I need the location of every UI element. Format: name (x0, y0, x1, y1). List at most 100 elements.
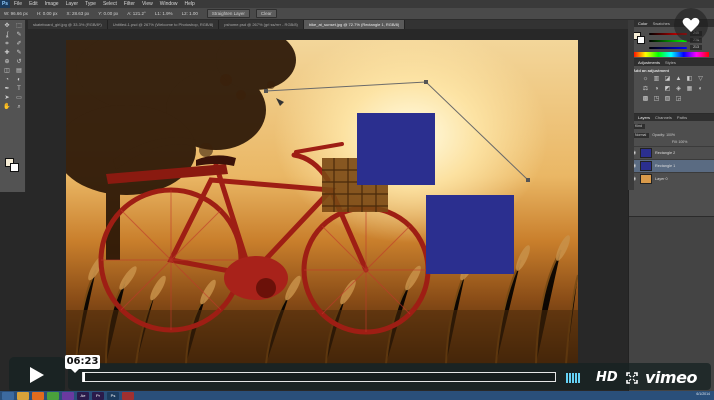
crop-tool-icon[interactable]: ⌗ (1, 40, 13, 49)
tab-swatches[interactable]: Swatches (653, 21, 670, 26)
menu-file[interactable]: File (14, 1, 22, 7)
document-tab[interactable]: pshome.psd @ 267% (grl ss/rrrr - RGB/8) (219, 20, 304, 29)
play-button[interactable] (9, 357, 65, 393)
document-tabs: skateboard_girl.jpg @ 33.3% (RGB/8*) Unti… (28, 20, 628, 29)
taskbar-app-icon[interactable]: Pr (92, 391, 104, 400)
rectangle-2-shape[interactable] (426, 195, 514, 274)
move-tool-icon[interactable]: ✥ (1, 22, 13, 31)
adjustment-icon[interactable]: ▲ (674, 76, 683, 83)
document-tab[interactable]: skateboard_girl.jpg @ 33.3% (RGB/8*) (28, 20, 108, 29)
path-select-tool-icon[interactable]: ➤ (1, 94, 13, 103)
taskbar-app-icon[interactable] (122, 391, 134, 400)
history-brush-tool-icon[interactable]: ↺ (13, 58, 25, 67)
play-icon (30, 367, 44, 383)
vimeo-logo[interactable]: vimeo (645, 368, 697, 387)
shape-tool-icon[interactable]: ▭ (13, 94, 25, 103)
quick-select-tool-icon[interactable]: ✎ (13, 31, 25, 40)
adjustment-icon[interactable]: ▽ (696, 76, 705, 83)
type-tool-icon[interactable]: T (13, 85, 25, 94)
menu-window[interactable]: Window (160, 1, 178, 7)
taskbar-app-icon[interactable] (17, 391, 29, 400)
menu-edit[interactable]: Edit (29, 1, 38, 7)
progress-bar[interactable] (82, 372, 556, 382)
stamp-tool-icon[interactable]: ⊕ (1, 58, 13, 67)
eraser-tool-icon[interactable]: ◫ (1, 67, 13, 76)
volume-control[interactable] (566, 373, 580, 383)
taskbar-app-icon[interactable] (32, 391, 44, 400)
dodge-tool-icon[interactable]: ◐ (13, 76, 25, 85)
hand-tool-icon[interactable]: ✋ (1, 103, 13, 112)
tab-channels[interactable]: Channels (655, 115, 672, 120)
volume-bar[interactable] (572, 373, 574, 383)
opacity-field[interactable]: Opacity: 100% (652, 133, 675, 137)
rectangle-1-shape[interactable] (357, 113, 435, 185)
color-background-swatch[interactable] (637, 36, 645, 44)
menu-select[interactable]: Select (103, 1, 117, 7)
menu-view[interactable]: View (142, 1, 153, 7)
pen-tool-icon[interactable]: ✒ (1, 85, 13, 94)
document-tab[interactable]: Untitled-1.psd @ 267% (Welcome to Photos… (108, 20, 220, 29)
adjustment-icon[interactable]: ◑ (652, 86, 661, 93)
adjustment-icon[interactable]: ◪ (663, 76, 672, 83)
like-button[interactable] (674, 8, 708, 42)
straighten-layer-button[interactable]: Straighten Layer (206, 9, 250, 18)
taskbar-app-icon[interactable]: Ae (77, 391, 89, 400)
tools-panel: ✥ ⬚ ʆ ✎ ⌗ ✐ ✚ ✎ ⊕ ↺ ◫ ▤ ◔ ◐ ✒ T ➤ ▭ ✋ ⌕ (0, 20, 26, 192)
volume-bar[interactable] (578, 373, 580, 383)
layer-row[interactable]: ◉ Rectangle 2 (629, 146, 714, 159)
taskbar-app-icon[interactable] (47, 391, 59, 400)
clear-button[interactable]: Clear (255, 9, 277, 18)
adjustment-icon[interactable]: ◐ (696, 86, 705, 93)
gradient-tool-icon[interactable]: ▤ (13, 67, 25, 76)
adjustment-icon[interactable]: ▦ (685, 86, 694, 93)
layer-row[interactable]: ◉ Rectangle 1 (629, 159, 714, 172)
tab-layers[interactable]: Layers (638, 115, 650, 120)
blend-mode-select[interactable]: Normal (632, 132, 650, 138)
document-tab[interactable]: bike_at_sunset.jpg @ 72.7% (Rectangle 1,… (303, 20, 406, 29)
options-bar: W: 96.66 px H: 0.00 px X: 28.63 px Y: 0.… (0, 8, 714, 20)
tab-color[interactable]: Color (638, 21, 648, 26)
brush-tool-icon[interactable]: ✎ (13, 49, 25, 58)
marquee-tool-icon[interactable]: ⬚ (13, 22, 25, 31)
taskbar-app-icon[interactable] (2, 391, 14, 400)
tab-styles[interactable]: Styles (665, 60, 676, 65)
blue-value[interactable]: 213 (690, 45, 702, 50)
healing-tool-icon[interactable]: ✚ (1, 49, 13, 58)
blue-slider[interactable] (649, 47, 687, 49)
adjustment-icon[interactable]: ◧ (685, 76, 694, 83)
playhead[interactable] (83, 372, 85, 382)
adjustment-icon[interactable]: ◳ (652, 96, 661, 103)
layer-row[interactable]: ◉ Layer 0 (629, 172, 714, 185)
adjustment-icon[interactable]: ◩ (663, 86, 672, 93)
angle-readout: A: 121.2° (127, 11, 146, 16)
adjustment-icon[interactable]: ▥ (652, 76, 661, 83)
fill-field[interactable]: Fill: 100% (672, 140, 687, 144)
menu-layer[interactable]: Layer (66, 1, 79, 7)
menu-image[interactable]: Image (45, 1, 59, 7)
zoom-tool-icon[interactable]: ⌕ (13, 103, 25, 112)
adjustment-icon[interactable]: ☼ (641, 76, 650, 83)
volume-bar[interactable] (575, 373, 577, 383)
eyedropper-tool-icon[interactable]: ✐ (13, 40, 25, 49)
blur-tool-icon[interactable]: ◔ (1, 76, 13, 85)
adjustment-icon[interactable]: ◲ (674, 96, 683, 103)
color-spectrum[interactable] (633, 52, 709, 57)
taskbar-app-icon[interactable]: Ps (107, 391, 119, 400)
adjustment-icon[interactable]: ▩ (641, 96, 650, 103)
adjustment-icon[interactable]: ▧ (663, 96, 672, 103)
volume-bar[interactable] (569, 373, 571, 383)
menu-type[interactable]: Type (85, 1, 96, 7)
tab-adjustments[interactable]: Adjustments (638, 60, 660, 65)
menu-help[interactable]: Help (185, 1, 195, 7)
lasso-tool-icon[interactable]: ʆ (1, 31, 13, 40)
background-color-swatch[interactable] (10, 163, 19, 172)
tab-paths[interactable]: Paths (677, 115, 687, 120)
fullscreen-icon[interactable] (626, 372, 638, 384)
menu-filter[interactable]: Filter (124, 1, 135, 7)
adjustment-icon[interactable]: ⚖ (641, 86, 650, 93)
taskbar-app-icon[interactable] (62, 391, 74, 400)
green-slider[interactable] (649, 40, 687, 42)
adjustment-icon[interactable]: ◈ (674, 86, 683, 93)
volume-bar[interactable] (566, 373, 568, 383)
hd-button[interactable]: HD (596, 370, 618, 385)
